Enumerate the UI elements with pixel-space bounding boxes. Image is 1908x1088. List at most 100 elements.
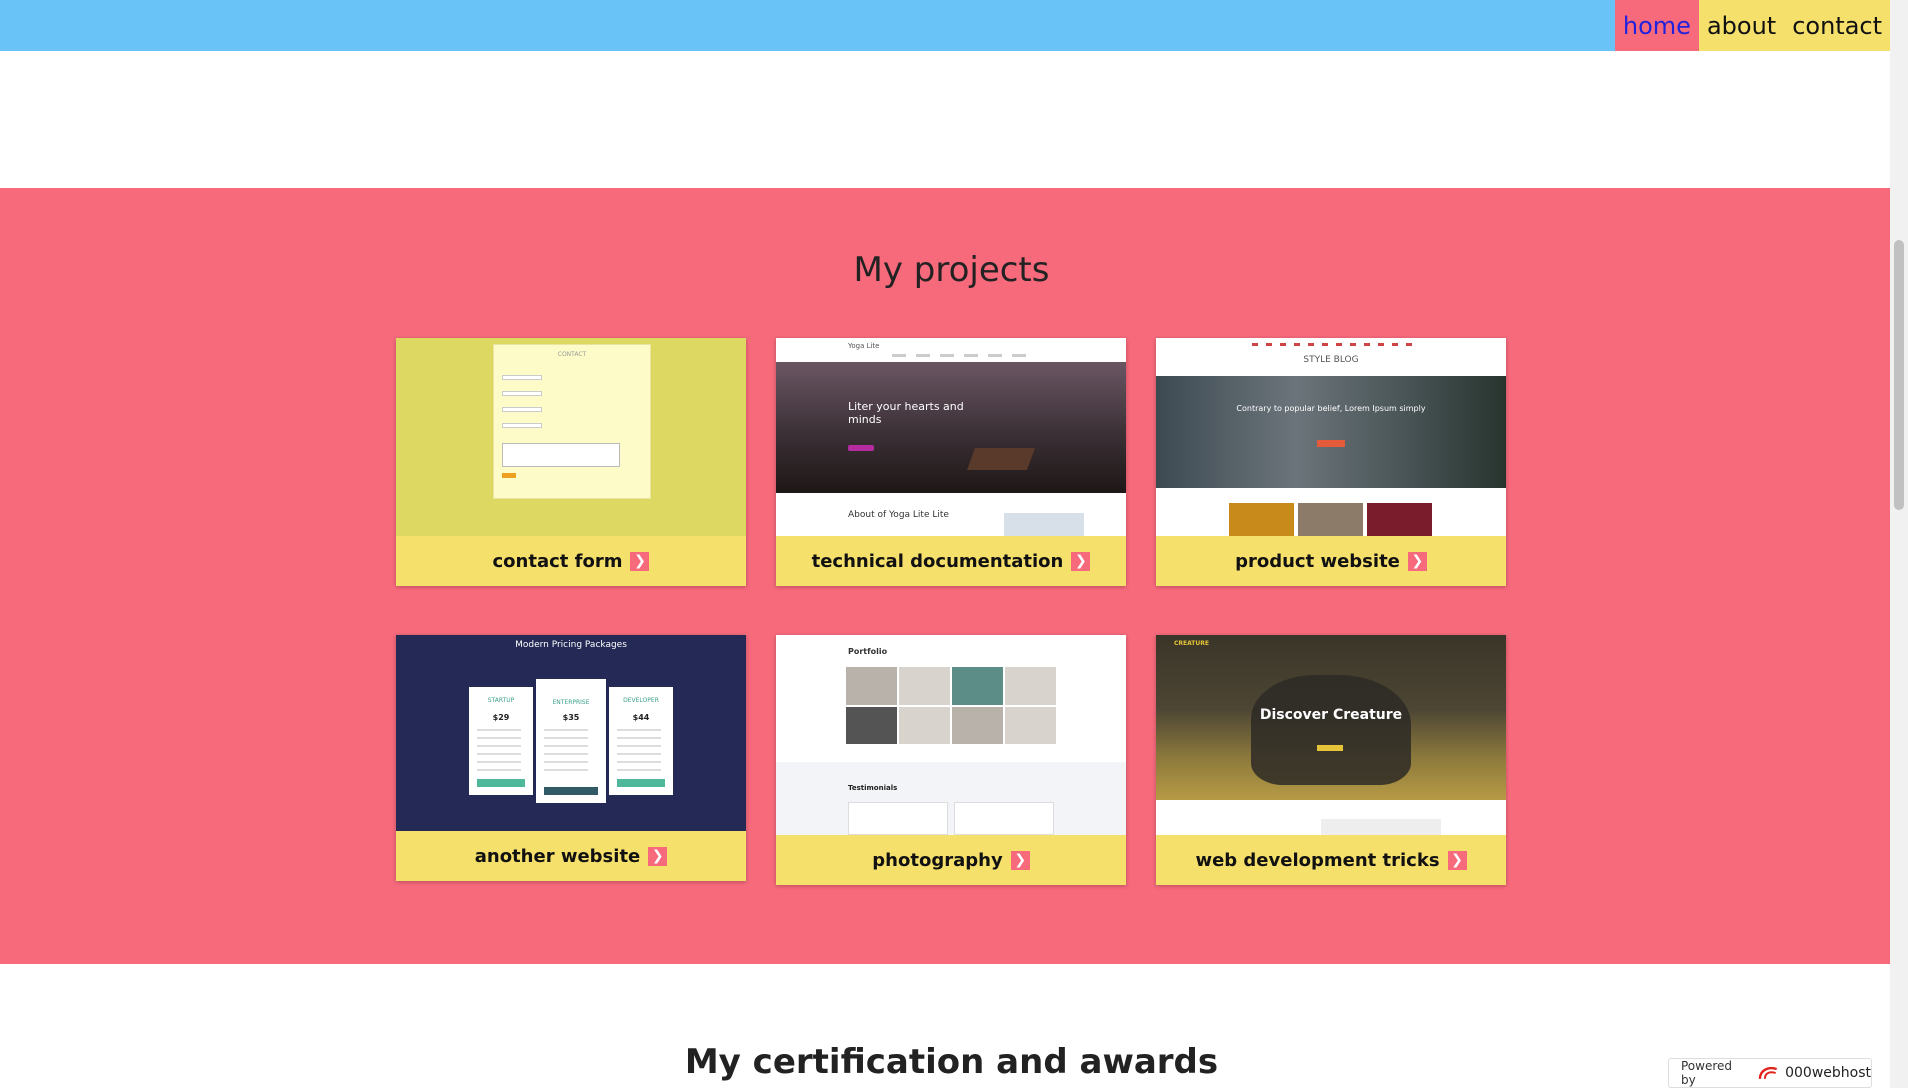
page-scrollbar[interactable] xyxy=(1890,0,1908,1088)
photo-tile xyxy=(952,706,1003,744)
project-caption-label: web development tricks xyxy=(1195,849,1440,871)
project-thumbnail: CONTACT xyxy=(396,338,746,536)
pricing-plan: STARTUP $29 xyxy=(469,687,533,795)
pricing-header: Modern Pricing Packages xyxy=(515,640,627,650)
pricing-plan-features xyxy=(544,729,588,773)
form-line xyxy=(502,407,542,412)
pricing-plan-price: $44 xyxy=(632,713,650,722)
nav-link-about[interactable]: about xyxy=(1698,0,1785,51)
project-caption[interactable]: photography ❯ xyxy=(776,835,1126,885)
project-thumbnail: STYLE BLOG Contrary to popular belief, L… xyxy=(1156,338,1506,536)
page: home about contact My projects CONTACT c… xyxy=(0,0,1908,1088)
testimonial-box xyxy=(848,802,948,835)
nav-link-home[interactable]: home xyxy=(1614,0,1699,51)
pricing-plan-button xyxy=(477,779,525,787)
navbar: home about contact xyxy=(0,0,1890,51)
pricing-plan-name: STARTUP xyxy=(487,697,515,704)
blog-title: STYLE BLOG xyxy=(1303,355,1359,365)
project-thumbnail: CREATURE Discover Creature xyxy=(1156,635,1506,835)
blog-photo xyxy=(1229,503,1294,536)
blog-hero xyxy=(1156,376,1506,488)
photo-header: Portfolio xyxy=(848,647,888,656)
testimonials-title: Testimonials xyxy=(848,784,898,792)
yoga-subtitle: About of Yoga Lite Lite xyxy=(848,510,949,520)
creature-headline: Discover Creature xyxy=(1259,707,1403,723)
photo-tile xyxy=(952,667,1003,705)
blog-hero-button xyxy=(1317,440,1345,447)
pricing-plan-name: DEVELOPER xyxy=(623,697,659,704)
arrow-right-icon: ❯ xyxy=(630,551,650,571)
arrow-right-icon: ❯ xyxy=(1071,551,1091,571)
project-card-web-development-tricks[interactable]: CREATURE Discover Creature web developme… xyxy=(1156,635,1506,885)
arrow-right-icon: ❯ xyxy=(1407,551,1427,571)
testimonial-box xyxy=(954,802,1054,835)
photo-tile xyxy=(846,706,897,744)
pricing-plan: DEVELOPER $44 xyxy=(609,687,673,795)
blog-menu xyxy=(1252,343,1412,346)
photo-tile xyxy=(846,667,897,705)
project-caption-label: another website xyxy=(474,845,641,867)
blog-photo xyxy=(1298,503,1363,536)
projects-section: My projects CONTACT contact form ❯ Yoga … xyxy=(0,188,1903,964)
project-card-contact-form[interactable]: CONTACT contact form ❯ xyxy=(396,338,746,586)
photo-tile xyxy=(1005,667,1056,705)
project-card-another-website[interactable]: Modern Pricing Packages STARTUP $29 ENTE… xyxy=(396,635,746,881)
pricing-plan: ENTERPRISE $35 xyxy=(536,679,606,803)
yoga-menu xyxy=(892,354,1032,357)
project-thumbnail: Modern Pricing Packages STARTUP $29 ENTE… xyxy=(396,635,746,831)
creature-button xyxy=(1317,745,1343,751)
photo-grid xyxy=(846,667,1056,744)
project-card-technical-documentation[interactable]: Yoga Lite Liter your hearts and minds Ab… xyxy=(776,338,1126,586)
powered-by-text: Powered by xyxy=(1681,1059,1733,1087)
blog-hero-text: Contrary to popular belief, Lorem Ipsum … xyxy=(1236,404,1426,413)
powered-by-badge[interactable]: Powered by 000webhost xyxy=(1668,1058,1872,1088)
project-caption-label: contact form xyxy=(492,550,623,572)
arrow-right-icon: ❯ xyxy=(1010,850,1030,870)
project-card-photography[interactable]: Portfolio Testimonials photography ❯ xyxy=(776,635,1126,885)
form-mockup-header: CONTACT xyxy=(557,351,587,358)
nav-links: home about contact xyxy=(1614,0,1890,51)
pricing-plan-button xyxy=(544,787,598,795)
creature-brand: CREATURE xyxy=(1174,640,1209,647)
project-caption[interactable]: contact form ❯ xyxy=(396,536,746,586)
blog-photo xyxy=(1367,503,1432,536)
project-caption[interactable]: web development tricks ❯ xyxy=(1156,835,1506,885)
pricing-plan-features xyxy=(617,729,661,773)
nav-link-contact[interactable]: contact xyxy=(1784,0,1890,51)
form-textarea xyxy=(502,443,620,467)
photo-tile xyxy=(899,667,950,705)
project-thumbnail: Yoga Lite Liter your hearts and minds Ab… xyxy=(776,338,1126,536)
pricing-plan-features xyxy=(477,729,521,773)
project-caption-label: photography xyxy=(872,849,1003,871)
yoga-image xyxy=(1004,513,1084,536)
project-caption-label: product website xyxy=(1235,550,1400,572)
photo-tile xyxy=(899,706,950,744)
certifications-title: My certification and awards xyxy=(684,1042,1219,1082)
form-button xyxy=(502,473,516,478)
project-card-product-website[interactable]: STYLE BLOG Contrary to popular belief, L… xyxy=(1156,338,1506,586)
project-caption[interactable]: technical documentation ❯ xyxy=(776,536,1126,586)
form-line xyxy=(502,423,542,428)
webhost-logo-icon xyxy=(1759,1066,1778,1080)
pricing-plan-name: ENTERPRISE xyxy=(552,699,590,706)
arrow-right-icon: ❯ xyxy=(1447,850,1467,870)
creature-about xyxy=(1321,819,1441,835)
yoga-logo: Yoga Lite xyxy=(848,342,880,350)
photo-tile xyxy=(1005,706,1056,744)
powered-by-brand: 000webhost xyxy=(1785,1065,1871,1081)
pricing-plan-button xyxy=(617,779,665,787)
pricing-plan-price: $29 xyxy=(492,713,510,722)
yoga-button xyxy=(848,445,874,451)
scrollbar-thumb[interactable] xyxy=(1894,240,1904,510)
project-caption[interactable]: another website ❯ xyxy=(396,831,746,881)
yoga-table xyxy=(966,448,1036,470)
arrow-right-icon: ❯ xyxy=(648,846,668,866)
project-caption[interactable]: product website ❯ xyxy=(1156,536,1506,586)
form-line xyxy=(502,391,542,396)
form-mockup: CONTACT xyxy=(493,344,651,499)
project-caption-label: technical documentation xyxy=(811,550,1064,572)
projects-title: My projects xyxy=(853,250,1050,290)
project-thumbnail: Portfolio Testimonials xyxy=(776,635,1126,835)
form-line xyxy=(502,375,542,380)
elephant-image xyxy=(1251,675,1411,785)
